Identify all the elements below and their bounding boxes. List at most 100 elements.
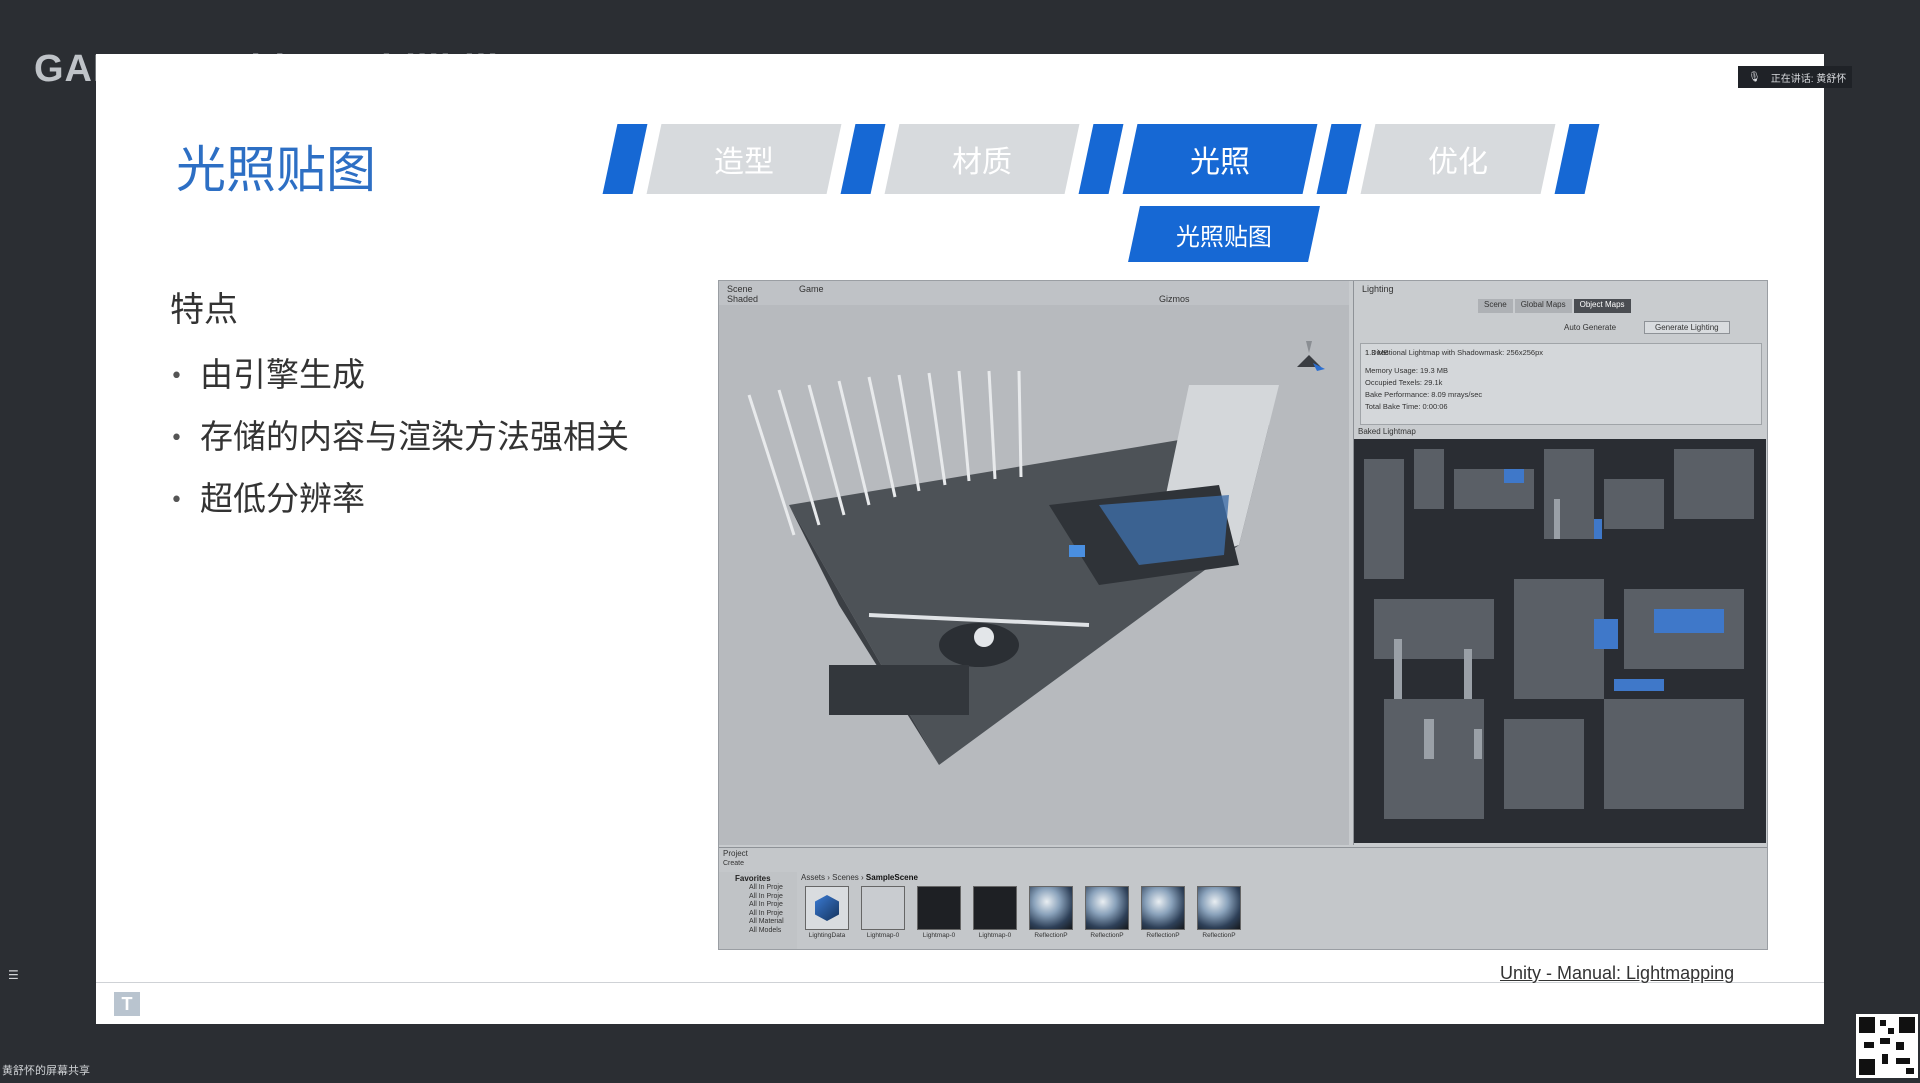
- menu-icon[interactable]: ☰: [8, 968, 19, 982]
- breadcrumb-item[interactable]: SampleScene: [866, 873, 918, 882]
- tab-object-maps[interactable]: Object Maps: [1573, 299, 1631, 313]
- nav-stripe: [1078, 124, 1124, 194]
- nav-stripe: [602, 124, 648, 194]
- favorite-item[interactable]: All Models: [749, 927, 784, 936]
- stat-texels: Occupied Texels: 29.1k: [1365, 378, 1443, 387]
- nav-stripe: [1554, 124, 1600, 194]
- lighting-tabs: Scene Global Maps Object Maps: [1478, 299, 1631, 313]
- scene-render: [719, 305, 1349, 845]
- tab-modeling[interactable]: 造型: [646, 124, 842, 194]
- favorite-item[interactable]: All Material: [749, 918, 784, 927]
- tab-label: 材质: [952, 145, 1012, 180]
- bullet-text: 由引擎生成: [200, 355, 365, 394]
- screen-share-label: 黄舒怀的屏幕共享: [2, 1065, 90, 1077]
- lightmap-info-panel: 1 Directional Lightmap with Shadowmask: …: [1360, 343, 1762, 425]
- tab-material[interactable]: 材质: [884, 124, 1080, 194]
- lightmap-summary: 1 Directional Lightmap with Shadowmask: …: [1365, 348, 1544, 357]
- generate-lighting-button[interactable]: Generate Lighting: [1644, 321, 1730, 334]
- asset-name: LightingData: [808, 932, 846, 939]
- shading-mode: Shaded: [727, 294, 759, 304]
- subtab-lightmap[interactable]: 光照贴图: [1128, 206, 1320, 262]
- asset-name: ReflectionP: [1034, 932, 1068, 939]
- speaking-label: 正在讲话: 黄舒怀: [1770, 73, 1847, 85]
- bullet-text: 超低分辨率: [200, 479, 365, 518]
- asset-item[interactable]: Lightmap-0: [917, 886, 961, 939]
- lightmap-texture: [1354, 439, 1766, 843]
- tab-lighting[interactable]: 光照: [1122, 124, 1318, 194]
- asset-item[interactable]: ReflectionP: [1141, 886, 1185, 939]
- asset-item[interactable]: ReflectionP: [1029, 886, 1073, 939]
- baked-lightmap-preview: [1354, 439, 1766, 843]
- lightmap-icon: [973, 886, 1017, 930]
- asset-item[interactable]: Lightmap-0: [973, 886, 1017, 939]
- nav-stripe: [1316, 124, 1362, 194]
- list-item: • 存储的内容与渲染方法强相关: [170, 406, 629, 468]
- qr-pattern: [1856, 1014, 1918, 1078]
- asset-name: ReflectionP: [1090, 932, 1124, 939]
- qr-code: [1856, 1014, 1918, 1078]
- favorite-item[interactable]: All In Proje: [749, 910, 784, 919]
- favorites-list: All In Proje All In Proje All In Proje A…: [749, 884, 784, 935]
- tab-label: 造型: [714, 145, 774, 180]
- slide-logo: T: [114, 992, 140, 1016]
- asset-name: ReflectionP: [1202, 932, 1236, 939]
- breadcrumb-item[interactable]: Assets: [801, 873, 825, 882]
- scene-tab: Scene: [727, 284, 753, 294]
- auto-generate-checkbox[interactable]: Auto Generate: [1564, 323, 1616, 332]
- section-nav: 造型 材质 光照 优化: [602, 124, 1710, 194]
- asset-name: Lightmap-0: [866, 932, 900, 939]
- tab-label: 光照: [1190, 145, 1250, 180]
- slide: 光照贴图 造型 材质 光照 优化 光照贴图 特点 • 由引擎生成 • 存储的内容与渲…: [96, 54, 1824, 1024]
- game-tab: Game: [799, 284, 824, 294]
- gizmos-menu: Gizmos: [1159, 294, 1190, 304]
- asset-item[interactable]: Lightmap-0: [861, 886, 905, 939]
- reflection-probe-icon: [1029, 886, 1073, 930]
- breadcrumb: Assets › Scenes › SampleScene: [801, 873, 918, 882]
- favorite-item[interactable]: All In Proje: [749, 893, 784, 902]
- unity-editor-screenshot: Scene Game Shaded Gizmos Lighting Scene …: [718, 280, 1768, 950]
- lightmap-size: 1.3 MB: [1365, 348, 1389, 357]
- tab-global-maps[interactable]: Global Maps: [1514, 299, 1572, 313]
- favorite-item[interactable]: All In Proje: [749, 884, 784, 893]
- page-title: 光照贴图: [176, 141, 376, 199]
- project-title: Project: [723, 849, 748, 858]
- lightmap-icon: [917, 886, 961, 930]
- favorite-item[interactable]: All In Proje: [749, 901, 784, 910]
- stat-bake-time: Total Bake Time: 0:00:06: [1365, 402, 1448, 411]
- baked-lightmap-label: Baked Lightmap: [1358, 427, 1416, 436]
- lightmap-icon: [861, 886, 905, 930]
- stat-performance: Bake Performance: 8.09 mrays/sec: [1365, 390, 1483, 399]
- reflection-probe-icon: [1085, 886, 1129, 930]
- bullet-text: 存储的内容与渲染方法强相关: [200, 417, 629, 456]
- tab-optimization[interactable]: 优化: [1360, 124, 1556, 194]
- asset-name: ReflectionP: [1146, 932, 1180, 939]
- feature-list: • 由引擎生成 • 存储的内容与渲染方法强相关 • 超低分辨率: [170, 344, 629, 530]
- tab-scene[interactable]: Scene: [1478, 299, 1513, 313]
- lighting-window: Lighting Scene Global Maps Object Maps A…: [1353, 281, 1767, 845]
- bullet-icon: •: [170, 487, 183, 513]
- reflection-probe-icon: [1197, 886, 1241, 930]
- asset-name: Lightmap-0: [922, 932, 956, 939]
- asset-item[interactable]: ReflectionP: [1197, 886, 1241, 939]
- scene-view: [719, 305, 1349, 845]
- lighting-title: Lighting: [1362, 284, 1394, 294]
- scene-toolbar: Scene Game Shaded Gizmos: [719, 281, 1349, 306]
- favorites-panel: Favorites All In Proje All In Proje All …: [719, 872, 797, 949]
- tab-label: 优化: [1428, 145, 1488, 180]
- breadcrumb-item[interactable]: Scenes: [832, 873, 859, 882]
- nav-stripe: [840, 124, 886, 194]
- asset-item[interactable]: ReflectionP: [1085, 886, 1129, 939]
- bullet-icon: •: [170, 363, 183, 389]
- reference-link[interactable]: Unity - Manual: Lightmapping: [1500, 963, 1734, 984]
- asset-item[interactable]: LightingData: [805, 886, 849, 939]
- speaking-indicator: 🎙 正在讲话: 黄舒怀: [1738, 66, 1852, 88]
- list-item: • 由引擎生成: [170, 344, 629, 406]
- project-window: Project Create Favorites All In Proje Al…: [719, 847, 1767, 949]
- feature-heading: 特点: [170, 290, 238, 330]
- favorites-title: Favorites: [735, 874, 771, 883]
- asset-grid: LightingData Lightmap-0 Lightmap-0 Light…: [805, 886, 1241, 939]
- create-dropdown[interactable]: Create: [723, 860, 744, 867]
- asset-name: Lightmap-0: [978, 932, 1012, 939]
- list-item: • 超低分辨率: [170, 468, 629, 530]
- bullet-icon: •: [170, 425, 183, 451]
